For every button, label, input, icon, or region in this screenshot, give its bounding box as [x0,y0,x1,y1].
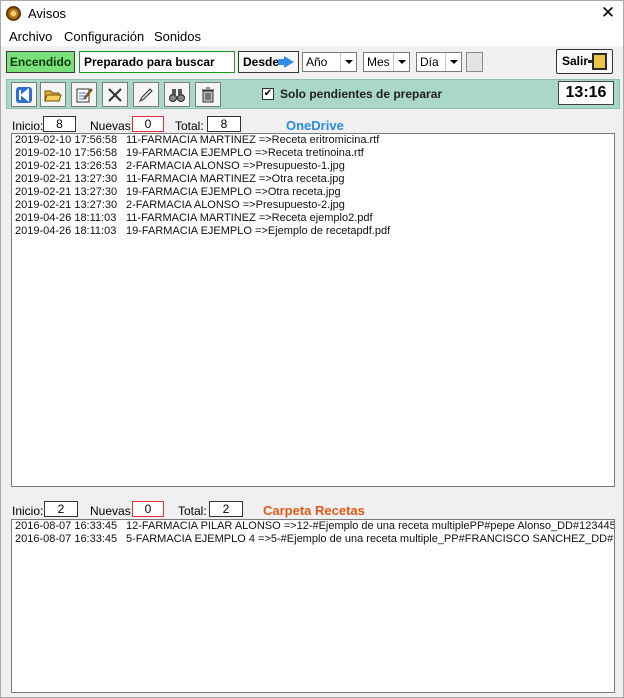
day-select[interactable]: Día [416,52,462,72]
list-item[interactable]: 2019-02-21 13:26:53 2-FARMACIA ALONSO =>P… [12,160,614,173]
carpeta-list[interactable]: 2016-08-07 16:33:45 12-FARMACIA PILAR ALO… [11,519,615,693]
first-icon [16,87,32,103]
status-field: Preparado para buscar [79,51,235,73]
trash-icon [202,87,214,103]
list-item[interactable]: 2019-02-21 13:27:30 2-FARMACIA ALONSO =>P… [12,199,614,212]
window-title: Avisos [28,6,67,21]
list-item-timestamp: 2019-02-21 13:26:53 [15,160,118,172]
title-bar: Avisos ✕ [1,1,623,26]
list-item[interactable]: 2019-04-26 18:11:03 11-FARMACIA MARTINEZ … [12,212,614,225]
list-item-timestamp: 2019-04-26 18:11:03 [15,225,117,237]
chevron-down-icon[interactable] [393,53,409,71]
list-item-text: 2-FARMACIA ALONSO =>Presupuesto-2.jpg [126,199,345,211]
edit-icon [76,88,93,103]
delete-button[interactable] [102,82,128,107]
list-item[interactable]: 2016-08-07 16:33:45 12-FARMACIA PILAR ALO… [12,520,614,533]
inicio-value: 8 [43,116,76,132]
list-item-text: 11-FARMACIA MARTINEZ =>Otra receta.jpg [126,173,345,185]
list-item-text: 11-FARMACIA MARTINEZ =>Receta ejemplo2.p… [126,212,373,224]
inicio-value: 2 [44,501,78,517]
desde-button[interactable]: Desde [238,51,299,73]
year-select[interactable]: Año [302,52,357,72]
list-item-text: 5-FARMACIA EJEMPLO 4 =>5-#Ejemplo de una… [126,533,614,545]
edit-button[interactable] [71,82,97,107]
list-item[interactable]: 2019-04-26 18:11:03 19-FARMACIA EJEMPLO =… [12,225,614,238]
list-item-timestamp: 2019-02-10 17:56:58 [15,134,118,146]
carpeta-title: Carpeta Recetas [263,503,365,518]
menu-configuracion[interactable]: Configuración [64,29,144,44]
onedrive-title: OneDrive [286,118,344,133]
menu-archivo[interactable]: Archivo [9,29,52,44]
list-item-timestamp: 2019-02-21 13:27:30 [15,173,118,185]
app-clock-icon [6,6,21,21]
list-item[interactable]: 2019-02-10 17:56:58 11-FARMACIA MARTINEZ … [12,134,614,147]
list-item-timestamp: 2019-02-21 13:27:30 [15,199,118,211]
menu-bar: Archivo Configuración Sonidos [1,26,623,46]
desde-button-label: Desde [243,55,280,69]
nuevas-label: Nuevas: [90,119,135,133]
inicio-label: Inicio: [12,119,44,133]
exit-door-icon [588,53,607,70]
list-item[interactable]: 2019-02-21 13:27:30 19-FARMACIA EJEMPLO =… [12,186,614,199]
day-select-value: Día [420,55,439,69]
only-pending-label: Solo pendientes de preparar [280,87,443,101]
year-select-value: Año [306,55,328,69]
list-item[interactable]: 2016-08-07 16:33:45 5-FARMACIA EJEMPLO 4 … [12,533,614,546]
first-button[interactable] [11,82,37,107]
carpeta-counters: Inicio: 2 Nuevas: 0 Total: 2 Carpeta Rec… [1,501,623,521]
nuevas-value: 0 [132,501,164,517]
list-item-text: 19-FARMACIA EJEMPLO =>Receta tretinoina.… [126,147,364,159]
inicio-label: Inicio: [12,504,44,518]
open-folder-icon [44,90,62,102]
list-item-timestamp: 2016-08-07 16:33:45 [15,520,118,532]
list-item-text: 19-FARMACIA EJEMPLO =>Ejemplo de recetap… [126,225,391,237]
list-item-text: 2-FARMACIA ALONSO =>Presupuesto-1.jpg [126,160,345,172]
exit-button[interactable]: Salir [556,49,613,74]
close-button[interactable]: ✕ [593,1,623,26]
list-item-timestamp: 2019-02-10 17:56:58 [15,147,118,159]
list-item-text: 19-FARMACIA EJEMPLO =>Otra receta.jpg [126,186,341,198]
small-square-button[interactable] [466,52,483,72]
list-item-timestamp: 2016-08-07 16:33:45 [15,533,118,545]
pen-button[interactable] [133,82,159,107]
month-select[interactable]: Mes [363,52,410,72]
binoculars-icon [169,89,185,102]
list-item-timestamp: 2019-04-26 18:11:03 [15,212,117,224]
list-item-text: 11-FARMACIA MARTINEZ =>Receta eritromici… [126,134,380,146]
control-bar: Encendido Preparado para buscar Desde Añ… [1,46,623,76]
nuevas-value: 0 [132,116,164,132]
power-button[interactable]: Encendido [6,51,75,73]
list-item[interactable]: 2019-02-21 13:27:30 11-FARMACIA MARTINEZ … [12,173,614,186]
clock-display: 13:16 [558,81,614,105]
chevron-down-icon[interactable] [340,53,356,71]
action-toolbar: ✔ Solo pendientes de preparar 13:16 [6,79,620,109]
avisos-window: Avisos ✕ Archivo Configuración Sonidos E… [0,0,624,698]
onedrive-list[interactable]: 2019-02-10 17:56:58 11-FARMACIA MARTINEZ … [11,133,615,487]
list-item[interactable]: 2019-02-10 17:56:58 19-FARMACIA EJEMPLO =… [12,147,614,160]
arrow-right-icon [278,56,294,68]
total-label: Total: [175,119,204,133]
trash-button[interactable] [195,82,221,107]
open-button[interactable] [40,82,66,107]
total-label: Total: [178,504,207,518]
pen-icon [138,88,153,103]
list-item-timestamp: 2019-02-21 13:27:30 [15,186,118,198]
only-pending-checkbox[interactable]: ✔ [262,88,274,100]
list-item-text: 12-FARMACIA PILAR ALONSO =>12-#Ejemplo d… [126,520,614,532]
chevron-down-icon[interactable] [445,53,461,71]
month-select-value: Mes [367,55,390,69]
total-value: 8 [207,116,241,132]
delete-icon [108,88,122,102]
exit-button-label: Salir [562,54,589,68]
menu-sonidos[interactable]: Sonidos [154,29,201,44]
total-value: 2 [209,501,243,517]
nuevas-label: Nuevas: [90,504,135,518]
search-button[interactable] [164,82,190,107]
